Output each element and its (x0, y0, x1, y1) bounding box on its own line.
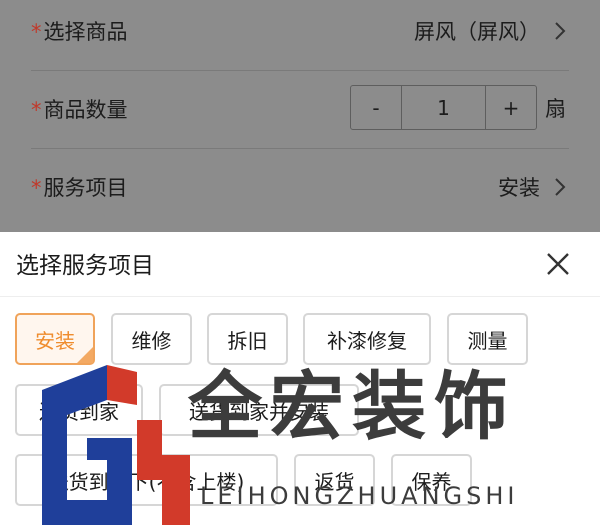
quantity-value[interactable]: 1 (401, 86, 486, 129)
option-label: 返货 (314, 469, 355, 494)
option-delivery-install[interactable]: 送货到家并安装 (159, 384, 359, 436)
option-label: 保养 (411, 469, 452, 494)
chevron-right-icon (555, 22, 566, 40)
decrement-button[interactable]: - (351, 86, 401, 129)
increment-button[interactable]: + (486, 86, 536, 129)
option-label: 拆旧 (227, 328, 268, 353)
option-remove-old[interactable]: 拆旧 (207, 313, 288, 365)
option-home-delivery[interactable]: 送货到家 (15, 384, 143, 436)
option-maintenance[interactable]: 保养 (391, 454, 472, 506)
order-form: *选择商品 屏风（屏风） *商品数量 - 1 + 扇 *服务项目 安装 (0, 0, 600, 232)
service-row[interactable]: *服务项目 安装 (0, 148, 600, 226)
option-label: 送货到家 (39, 399, 119, 424)
option-install[interactable]: 安装 (15, 313, 95, 365)
quantity-label: *商品数量 (31, 98, 128, 122)
option-label: 送货到家并安装 (189, 399, 329, 424)
quantity-unit: 扇 (545, 97, 566, 121)
service-picker-sheet: 选择服务项目 安装 维修 拆旧 补漆修复 测量 送货到家 送货到家并安装 送货到… (0, 232, 600, 532)
sheet-title: 选择服务项目 (16, 253, 154, 279)
product-label: *选择商品 (31, 20, 128, 44)
option-paint-repair[interactable]: 补漆修复 (303, 313, 431, 365)
header-divider (0, 296, 600, 297)
option-label: 安装 (35, 328, 75, 353)
service-label: *服务项目 (31, 176, 128, 200)
option-label: 维修 (131, 328, 172, 353)
service-value: 安装 (498, 176, 540, 200)
option-label: 送货到楼下(不含上楼) (48, 469, 245, 494)
close-icon[interactable] (546, 252, 570, 276)
option-delivery-downstairs[interactable]: 送货到楼下(不含上楼) (15, 454, 278, 506)
option-label: 补漆修复 (327, 328, 407, 353)
product-row[interactable]: *选择商品 屏风（屏风） (0, 0, 600, 70)
option-repair[interactable]: 维修 (111, 313, 192, 365)
product-value: 屏风（屏风） (414, 20, 540, 44)
option-label: 测量 (467, 328, 508, 353)
option-measure[interactable]: 测量 (447, 313, 528, 365)
check-corner-icon (77, 347, 93, 363)
chevron-right-icon (555, 178, 566, 196)
quantity-stepper[interactable]: - 1 + (350, 85, 537, 130)
option-return[interactable]: 返货 (294, 454, 375, 506)
